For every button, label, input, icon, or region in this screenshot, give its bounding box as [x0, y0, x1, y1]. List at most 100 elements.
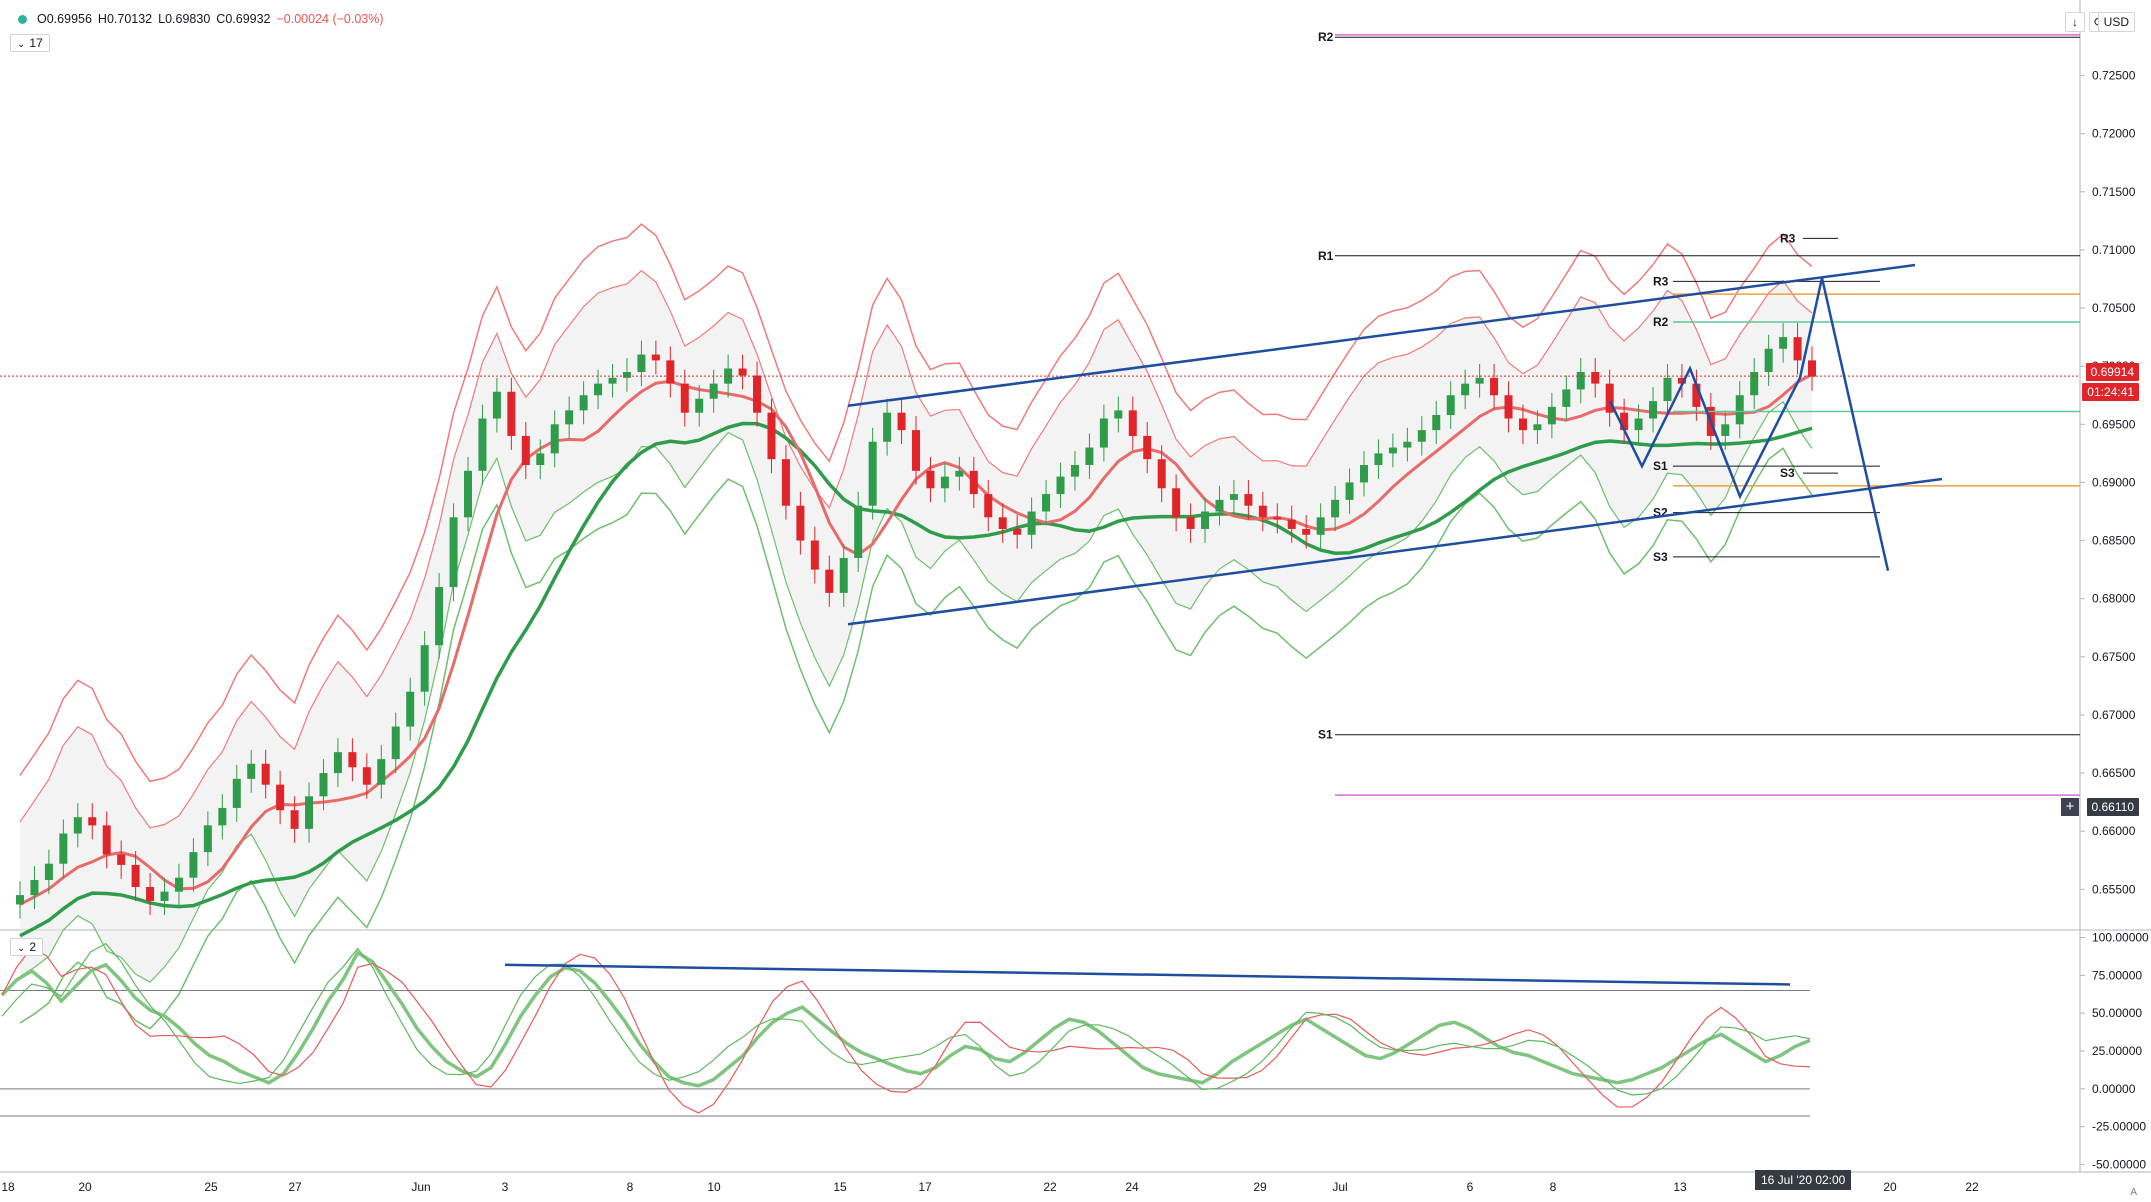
time-tick-label: 20: [1883, 1180, 1897, 1194]
candle-down: [796, 505, 805, 541]
candle-down: [767, 412, 776, 460]
candle-up: [1070, 465, 1079, 477]
time-tick-label: 25: [204, 1180, 218, 1194]
candle-up: [883, 412, 892, 442]
candle-down: [738, 368, 747, 376]
candle-up: [1388, 447, 1397, 454]
change-value: −0.00024 (−0.03%): [276, 12, 384, 26]
price-tick-label: 0.66000: [2092, 824, 2136, 838]
time-tick-label: Jul: [1332, 1180, 1347, 1194]
candle-up: [406, 691, 415, 727]
price-tick-label: 0.72500: [2092, 69, 2136, 83]
close-value: 0.69932: [225, 12, 271, 26]
candle-down: [1302, 528, 1311, 535]
candle-up: [1056, 476, 1065, 495]
candle-up: [1750, 372, 1759, 396]
candle-up: [1099, 418, 1108, 448]
oscillator-trendline: [504, 963, 1791, 986]
candle-down: [781, 459, 790, 506]
candle-up: [1576, 372, 1585, 390]
weekly-pivot-s1-label: S1: [1653, 459, 1668, 473]
candle-up: [174, 877, 183, 892]
candle-up: [1316, 517, 1325, 535]
candle-up: [1634, 418, 1643, 431]
oscillator-collapse-badge[interactable]: ⌄ 2: [10, 938, 44, 956]
candle-down: [1172, 488, 1181, 518]
candle-down: [117, 854, 126, 865]
candle-down: [926, 470, 935, 489]
candle-down: [261, 763, 270, 785]
candle-up: [637, 354, 646, 372]
cursor-time-tag: 16 Jul '20 02:00: [1755, 1170, 1852, 1190]
candle-up: [1779, 337, 1788, 349]
candle-up: [1042, 494, 1051, 512]
time-tick-label: 3: [502, 1180, 509, 1194]
candle-down: [290, 810, 299, 829]
candle-up: [1027, 511, 1036, 535]
candle-up: [305, 796, 314, 829]
candle-up: [189, 852, 198, 878]
price-tick-label: 0.70500: [2092, 301, 2136, 315]
last-price-tag: 0.69914: [2085, 363, 2139, 381]
weekly-pivot-s3-label: S3: [1653, 550, 1668, 564]
candle-up: [333, 752, 342, 774]
candle-down: [825, 569, 834, 593]
candle-up: [420, 645, 429, 692]
low-value: 0.69830: [165, 12, 211, 26]
candle-up: [1764, 348, 1773, 372]
daily-pivot-r3-label: R3: [1780, 231, 1796, 245]
candle-down: [1013, 528, 1022, 535]
candle-up: [232, 778, 241, 808]
candle-down: [507, 391, 516, 436]
candle-down: [1157, 459, 1166, 489]
candle-up: [1446, 395, 1455, 416]
add-alert-plus-icon[interactable]: +: [2061, 798, 2079, 816]
price-tick-label: 0.67000: [2092, 708, 2136, 722]
candle-down: [1490, 377, 1499, 396]
candle-up: [854, 505, 863, 558]
candle-down: [912, 430, 920, 471]
osc-tick-label: 0.00000: [2092, 1082, 2136, 1096]
candle-down: [131, 864, 140, 887]
time-tick-label: 6: [1467, 1180, 1474, 1194]
candle-up: [377, 759, 386, 785]
candle-up: [1215, 499, 1224, 512]
candle-down: [1244, 494, 1253, 506]
candle-up: [478, 418, 487, 471]
monthly-pivot-r2-label: R2: [1318, 30, 1334, 44]
time-tick-label: 8: [1550, 1180, 1557, 1194]
chevron-down-icon: ⌄: [17, 39, 26, 50]
candle-up: [391, 726, 400, 760]
time-tick-label: 17: [918, 1180, 932, 1194]
symbol-status-dot: [18, 15, 27, 25]
candle-down: [680, 383, 689, 413]
price-tick-label: 0.66500: [2092, 766, 2136, 780]
chart-canvas[interactable]: 0.730000.725000.720000.715000.710000.705…: [0, 0, 2151, 1202]
auto-scale-button[interactable]: A: [2130, 1187, 2137, 1198]
stochastic-k-line: [0, 950, 1811, 1088]
time-tick-label: 20: [78, 1180, 92, 1194]
candle-down: [1273, 517, 1282, 520]
download-icon[interactable]: ↓: [2065, 12, 2085, 32]
candle-down: [998, 517, 1007, 529]
candle-up: [608, 377, 617, 384]
candle-up: [594, 383, 603, 396]
candle-up: [464, 470, 472, 518]
candle-up: [955, 470, 964, 477]
chevron-down-icon: ⌄: [17, 943, 26, 954]
candle-up: [565, 410, 574, 425]
indicator-collapse-badge[interactable]: ⌄ 17: [10, 34, 50, 52]
candle-up: [492, 391, 501, 419]
candle-up: [247, 763, 256, 779]
candle-down: [753, 375, 762, 413]
time-tick-label: 8: [627, 1180, 634, 1194]
candle-down: [1591, 372, 1600, 384]
candle-up: [1085, 447, 1094, 465]
time-tick-label: 22: [1043, 1180, 1057, 1194]
time-tick-label: 29: [1253, 1180, 1267, 1194]
currency-selector[interactable]: USD: [2097, 12, 2135, 32]
candle-down: [1504, 395, 1513, 419]
price-tick-label: 0.68000: [2092, 592, 2136, 606]
cloud-area: [20, 270, 1812, 983]
candle-up: [160, 891, 169, 901]
